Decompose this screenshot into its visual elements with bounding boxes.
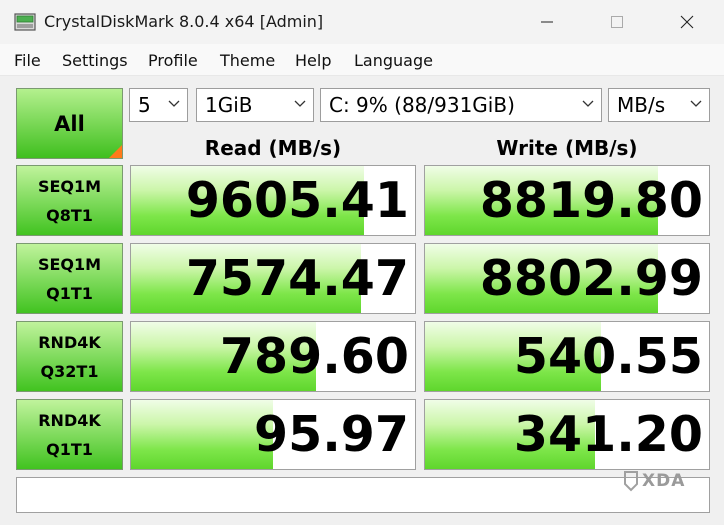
test-label-line1: SEQ1M xyxy=(37,254,102,274)
test-size-select[interactable]: 1GiB xyxy=(196,88,314,122)
test-button-seq1m-q8t1[interactable]: SEQ1M Q8T1 xyxy=(16,165,123,236)
chevron-down-icon xyxy=(582,100,594,107)
read-bar xyxy=(131,400,273,469)
window-title: CrystalDiskMark 8.0.4 x64 [Admin] xyxy=(44,12,324,31)
disk-icon xyxy=(14,13,36,31)
comment-field[interactable] xyxy=(16,477,710,513)
chevron-down-icon xyxy=(168,100,180,107)
write-result-seq1m-q1t1: 8802.99 xyxy=(424,243,710,314)
test-button-rnd4k-q32t1[interactable]: RND4K Q32T1 xyxy=(16,321,123,392)
corner-marker xyxy=(109,145,122,158)
menu-theme[interactable]: Theme xyxy=(220,51,275,71)
test-button-seq1m-q1t1[interactable]: SEQ1M Q1T1 xyxy=(16,243,123,314)
drive-value: C: 9% (88/931GiB) xyxy=(329,93,515,117)
maximize-button[interactable] xyxy=(594,0,640,44)
close-button[interactable] xyxy=(664,0,710,44)
test-count-select[interactable]: 5 xyxy=(129,88,188,122)
menu-settings[interactable]: Settings xyxy=(62,51,128,71)
write-result-rnd4k-q1t1: 341.20 xyxy=(424,399,710,470)
menu-file[interactable]: File xyxy=(14,51,41,71)
unit-value: MB/s xyxy=(617,93,666,117)
menu-profile[interactable]: Profile xyxy=(148,51,198,71)
read-result-rnd4k-q1t1: 95.97 xyxy=(130,399,416,470)
read-value: 9605.41 xyxy=(185,172,409,229)
read-header: Read (MB/s) xyxy=(204,136,342,160)
write-value: 540.55 xyxy=(513,328,703,385)
minimize-button[interactable] xyxy=(524,0,570,44)
read-result-seq1m-q8t1: 9605.41 xyxy=(130,165,416,236)
xda-watermark: XDA xyxy=(622,468,692,494)
test-label-line2: Q8T1 xyxy=(46,205,93,225)
unit-select[interactable]: MB/s xyxy=(608,88,710,122)
test-button-rnd4k-q1t1[interactable]: RND4K Q1T1 xyxy=(16,399,123,470)
test-label-line2: Q1T1 xyxy=(46,439,93,459)
watermark-text: XDA xyxy=(642,471,686,491)
write-value: 8802.99 xyxy=(479,250,703,307)
maximize-icon xyxy=(611,16,623,28)
read-value: 789.60 xyxy=(219,328,409,385)
menu-help[interactable]: Help xyxy=(295,51,331,71)
test-label-line1: SEQ1M xyxy=(37,176,102,196)
read-result-rnd4k-q32t1: 789.60 xyxy=(130,321,416,392)
write-value: 8819.80 xyxy=(479,172,703,229)
write-value: 341.20 xyxy=(513,406,703,463)
chevron-down-icon xyxy=(690,100,702,107)
close-icon xyxy=(680,15,694,29)
run-all-button[interactable]: All xyxy=(16,88,123,159)
test-count-value: 5 xyxy=(138,93,151,117)
read-value: 95.97 xyxy=(254,406,409,463)
chevron-down-icon xyxy=(294,100,306,107)
test-label-line2: Q32T1 xyxy=(40,361,99,381)
read-value: 7574.47 xyxy=(185,250,409,307)
menu-bar: File Settings Profile Theme Help Languag… xyxy=(0,44,724,76)
xda-logo-icon xyxy=(624,471,638,492)
run-all-label: All xyxy=(54,111,85,136)
write-header: Write (MB/s) xyxy=(496,136,638,160)
test-label-line2: Q1T1 xyxy=(46,283,93,303)
test-label-line1: RND4K xyxy=(38,410,101,430)
menu-language[interactable]: Language xyxy=(354,51,433,71)
title-bar: CrystalDiskMark 8.0.4 x64 [Admin] xyxy=(0,0,724,44)
drive-select[interactable]: C: 9% (88/931GiB) xyxy=(320,88,602,122)
test-label-line1: RND4K xyxy=(38,332,101,352)
read-result-seq1m-q1t1: 7574.47 xyxy=(130,243,416,314)
write-result-seq1m-q8t1: 8819.80 xyxy=(424,165,710,236)
minimize-icon xyxy=(541,21,553,23)
write-result-rnd4k-q32t1: 540.55 xyxy=(424,321,710,392)
test-size-value: 1GiB xyxy=(205,93,253,117)
